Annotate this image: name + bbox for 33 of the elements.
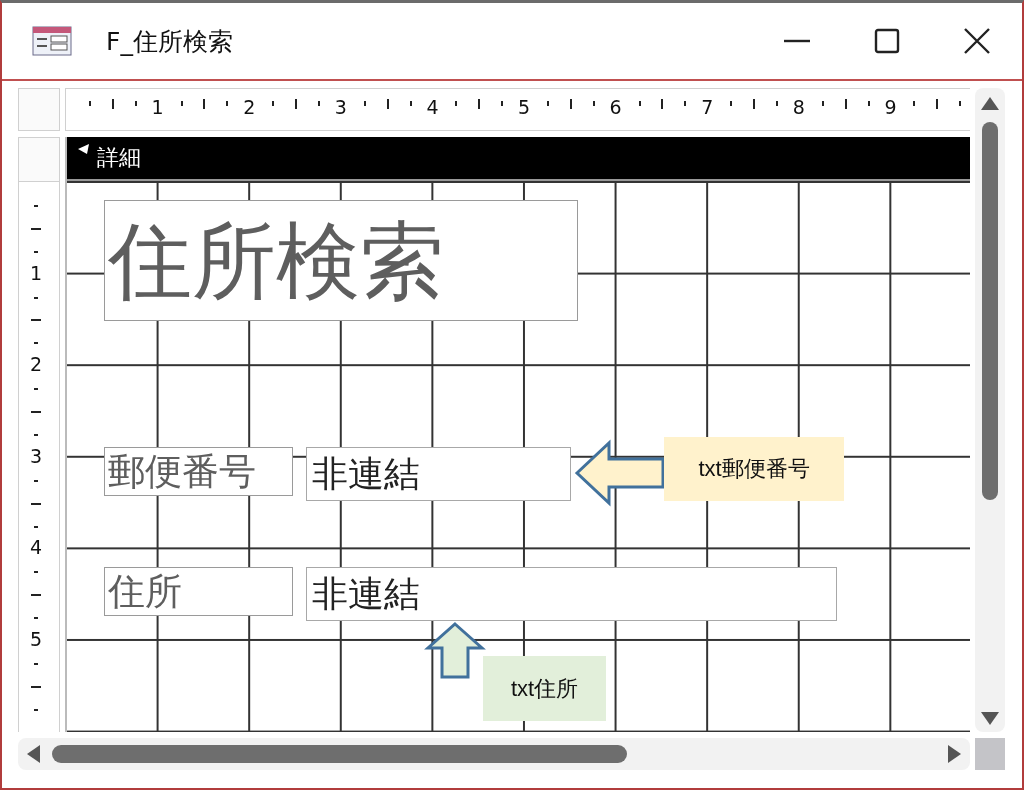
- window-title: F_住所検索: [106, 25, 234, 58]
- horizontal-scrollbar[interactable]: [18, 738, 970, 770]
- callout-note: txt住所: [483, 656, 606, 721]
- ruler-number: 3: [30, 446, 43, 466]
- ruler-number: 7: [701, 98, 714, 117]
- callout-note: txt郵便番号: [664, 437, 844, 501]
- ruler-number: 5: [518, 98, 531, 117]
- ruler-number: 9: [884, 98, 897, 117]
- text-box[interactable]: 非連結: [306, 447, 571, 501]
- form-icon: [32, 26, 72, 56]
- field-label[interactable]: 郵便番号: [104, 447, 293, 496]
- field-label[interactable]: 住所: [104, 567, 293, 616]
- ruler-number: 2: [243, 98, 256, 117]
- ruler-number: 1: [151, 98, 164, 117]
- scrollbar-corner: [975, 738, 1005, 770]
- section-title: 詳細: [97, 144, 141, 172]
- ruler-number: 5: [30, 630, 43, 649]
- ruler-number: 4: [30, 538, 43, 558]
- close-icon[interactable]: [962, 26, 992, 56]
- maximize-icon[interactable]: [872, 26, 902, 56]
- ruler-number: 2: [30, 355, 43, 375]
- scroll-thumb[interactable]: [982, 122, 998, 500]
- ruler-number: 8: [792, 98, 805, 117]
- ruler-number: 3: [334, 98, 347, 117]
- title-label[interactable]: 住所検索: [104, 200, 578, 321]
- section-header[interactable]: 詳細: [67, 137, 970, 181]
- scroll-thumb[interactable]: [52, 745, 627, 763]
- ruler-corner: [18, 88, 60, 131]
- vertical-scrollbar[interactable]: [975, 88, 1005, 732]
- ruler-number: 6: [609, 98, 622, 117]
- ruler-number: 1: [30, 263, 43, 283]
- ruler-number: 4: [426, 98, 439, 117]
- text-box[interactable]: 非連結: [306, 567, 837, 621]
